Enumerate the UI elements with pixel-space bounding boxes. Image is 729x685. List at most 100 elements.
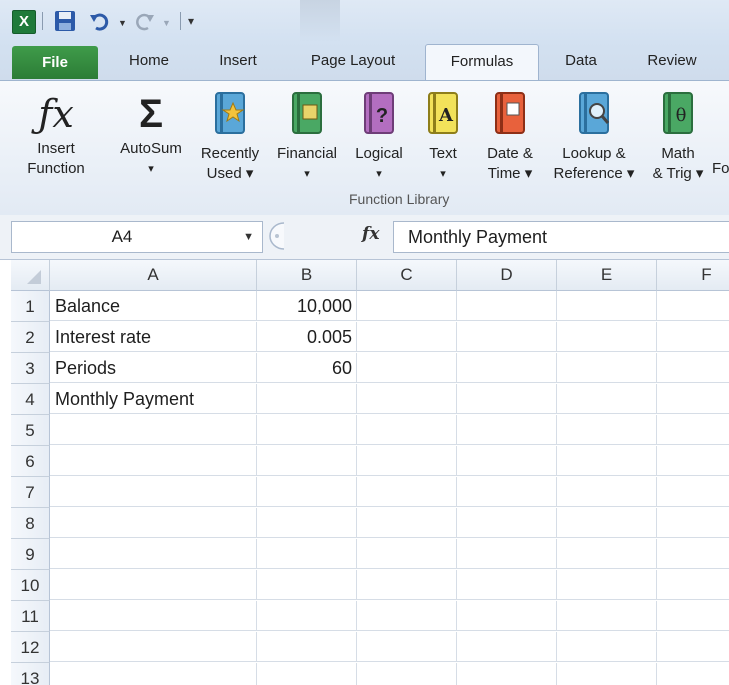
logical-button[interactable]: ? Logical ▾: [348, 89, 410, 184]
cell-a5[interactable]: [50, 415, 257, 445]
cell-c11[interactable]: [357, 601, 457, 631]
cell-c2[interactable]: [357, 322, 457, 352]
redo-icon[interactable]: [134, 9, 156, 33]
select-all-corner[interactable]: [11, 260, 50, 291]
text-button[interactable]: A Text ▾: [418, 89, 468, 184]
cell-e13[interactable]: [557, 663, 657, 685]
cell-b1[interactable]: 10,000: [257, 291, 357, 321]
row-header[interactable]: 2: [11, 322, 50, 353]
cell-b12[interactable]: [257, 632, 357, 662]
cell-f2[interactable]: [657, 322, 729, 352]
cell-c3[interactable]: [357, 353, 457, 383]
cell-c4[interactable]: [357, 384, 457, 414]
undo-dropdown-icon[interactable]: ▼: [118, 18, 127, 28]
tab-review[interactable]: Review: [630, 44, 714, 78]
tab-formulas[interactable]: Formulas: [425, 44, 539, 81]
row-header[interactable]: 6: [11, 446, 50, 477]
math-trig-button[interactable]: θ Math & Trig ▾: [646, 89, 710, 184]
cell-f8[interactable]: [657, 508, 729, 538]
column-header-f[interactable]: F: [657, 260, 729, 291]
cell-e10[interactable]: [557, 570, 657, 600]
cell-a9[interactable]: [50, 539, 257, 569]
column-header-b[interactable]: B: [257, 260, 357, 291]
cell-f12[interactable]: [657, 632, 729, 662]
cell-b2[interactable]: 0.005: [257, 322, 357, 352]
cell-f4[interactable]: [657, 384, 729, 414]
column-header-a[interactable]: A: [50, 260, 257, 291]
cell-a7[interactable]: [50, 477, 257, 507]
cell-e12[interactable]: [557, 632, 657, 662]
row-header[interactable]: 7: [11, 477, 50, 508]
cell-b10[interactable]: [257, 570, 357, 600]
cell-b4[interactable]: [257, 384, 357, 414]
formula-input[interactable]: Monthly Payment: [393, 221, 729, 253]
insert-function-button[interactable]: ƒx Insert Function: [16, 89, 96, 179]
row-header[interactable]: 4: [11, 384, 50, 415]
financial-button[interactable]: Financial ▾: [270, 89, 344, 184]
tab-home[interactable]: Home: [112, 44, 186, 78]
undo-icon[interactable]: [88, 9, 112, 33]
tab-file[interactable]: File: [12, 46, 98, 79]
cell-e11[interactable]: [557, 601, 657, 631]
cell-d9[interactable]: [457, 539, 557, 569]
cell-c8[interactable]: [357, 508, 457, 538]
date-time-button[interactable]: Date & Time ▾: [476, 89, 544, 184]
cell-b3[interactable]: 60: [257, 353, 357, 383]
chevron-down-icon[interactable]: ▼: [243, 222, 254, 252]
cell-e3[interactable]: [557, 353, 657, 383]
cell-d4[interactable]: [457, 384, 557, 414]
insert-function-fx-icon[interactable]: fx: [362, 224, 379, 244]
column-header-c[interactable]: C: [357, 260, 457, 291]
row-header[interactable]: 11: [11, 601, 50, 632]
cell-d2[interactable]: [457, 322, 557, 352]
cell-d12[interactable]: [457, 632, 557, 662]
cell-f9[interactable]: [657, 539, 729, 569]
row-header[interactable]: 1: [11, 291, 50, 322]
name-box[interactable]: A4 ▼: [11, 221, 263, 253]
cell-e4[interactable]: [557, 384, 657, 414]
formula-bar-resize-icon[interactable]: [262, 221, 288, 251]
row-header[interactable]: 9: [11, 539, 50, 570]
cell-d11[interactable]: [457, 601, 557, 631]
cell-d5[interactable]: [457, 415, 557, 445]
cell-a10[interactable]: [50, 570, 257, 600]
cell-b8[interactable]: [257, 508, 357, 538]
redo-dropdown-icon[interactable]: ▼: [162, 18, 171, 28]
cell-e1[interactable]: [557, 291, 657, 321]
cell-a13[interactable]: [50, 663, 257, 685]
cell-b9[interactable]: [257, 539, 357, 569]
row-header[interactable]: 12: [11, 632, 50, 663]
cell-c1[interactable]: [357, 291, 457, 321]
cell-d3[interactable]: [457, 353, 557, 383]
cell-f3[interactable]: [657, 353, 729, 383]
cell-d6[interactable]: [457, 446, 557, 476]
cell-f5[interactable]: [657, 415, 729, 445]
cell-b5[interactable]: [257, 415, 357, 445]
row-header[interactable]: 5: [11, 415, 50, 446]
cell-c7[interactable]: [357, 477, 457, 507]
cell-b7[interactable]: [257, 477, 357, 507]
cell-c9[interactable]: [357, 539, 457, 569]
cell-e2[interactable]: [557, 322, 657, 352]
cell-c6[interactable]: [357, 446, 457, 476]
row-header[interactable]: 8: [11, 508, 50, 539]
cell-a12[interactable]: [50, 632, 257, 662]
save-icon[interactable]: [52, 9, 78, 33]
cell-a11[interactable]: [50, 601, 257, 631]
excel-app-icon[interactable]: X: [12, 10, 36, 34]
cell-e9[interactable]: [557, 539, 657, 569]
cell-d8[interactable]: [457, 508, 557, 538]
autosum-button[interactable]: Σ AutoSum ▾: [112, 89, 190, 179]
cell-d10[interactable]: [457, 570, 557, 600]
cell-b6[interactable]: [257, 446, 357, 476]
cell-a6[interactable]: [50, 446, 257, 476]
cell-c10[interactable]: [357, 570, 457, 600]
tab-insert[interactable]: Insert: [202, 44, 274, 78]
cell-d13[interactable]: [457, 663, 557, 685]
cell-d7[interactable]: [457, 477, 557, 507]
cell-c5[interactable]: [357, 415, 457, 445]
column-header-e[interactable]: E: [557, 260, 657, 291]
cell-a1[interactable]: Balance: [50, 291, 257, 321]
cell-e6[interactable]: [557, 446, 657, 476]
recently-used-button[interactable]: Recently Used ▾: [194, 89, 266, 184]
